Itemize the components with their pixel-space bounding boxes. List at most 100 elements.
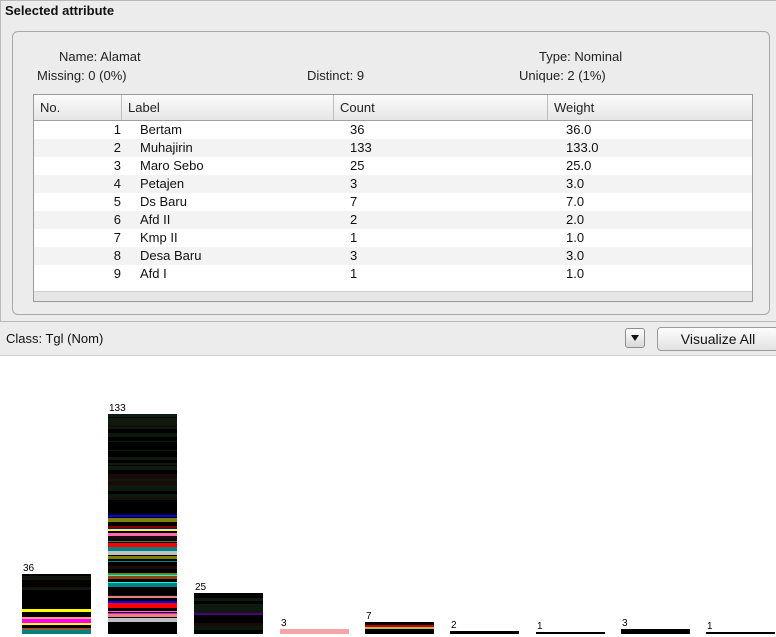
- bar-segment: [108, 614, 177, 617]
- bar-segment: [194, 611, 263, 613]
- bar-segment: [108, 573, 177, 575]
- table-row[interactable]: 3 Maro Sebo 25 25.0: [34, 157, 752, 175]
- table-row[interactable]: 4 Petajen 3 3.0: [34, 175, 752, 193]
- bar-segment: [108, 627, 177, 630]
- bar-segment: [194, 598, 263, 601]
- bar-segment: [280, 629, 349, 634]
- bar-segment: [108, 536, 177, 540]
- bar-segment: [22, 589, 91, 590]
- bar-segment: [108, 622, 177, 625]
- class-select[interactable]: Class: Tgl (Nom): [2, 327, 652, 351]
- bar-segment: [194, 601, 263, 602]
- bar-segment: [108, 465, 177, 466]
- bar-value-label: 36: [23, 563, 35, 574]
- bar-segment: [108, 545, 177, 547]
- bar-segment: [108, 617, 177, 618]
- bar-segment: [108, 481, 177, 485]
- bar-segment: [22, 590, 91, 593]
- bar-segment: [108, 419, 177, 422]
- header-no[interactable]: No.: [34, 95, 122, 120]
- cell-count: 36: [350, 122, 365, 137]
- attribute-distinct: Distinct: 9: [307, 68, 365, 83]
- cell-weight: 3.0: [566, 176, 585, 191]
- cell-count: 3: [350, 248, 358, 263]
- bar-segment: [108, 422, 177, 423]
- bar-ds-baru: [365, 622, 434, 634]
- attribute-unique: Unique: 2 (1%): [519, 68, 606, 83]
- bar-segment: [22, 604, 91, 605]
- table-header: No. Label Count Weight: [34, 95, 752, 121]
- bar-segment: [108, 470, 177, 474]
- bar-segment: [108, 418, 177, 419]
- attribute-name: Name: Alamat: [59, 49, 141, 64]
- bar-segment: [108, 613, 177, 614]
- bar-value-label: 2: [451, 620, 457, 631]
- label-table[interactable]: No. Label Count Weight 1 Bertam 36 36.0 2 Muh…: [33, 94, 753, 302]
- table-row[interactable]: 2 Muhajirin 133 133.0: [34, 139, 752, 157]
- bar-segment: [108, 417, 177, 418]
- cell-label: Muhajirin: [140, 140, 193, 155]
- bar-segment: [194, 613, 263, 615]
- bar-segment: [108, 475, 177, 477]
- bar-kmp-ii: [536, 632, 605, 634]
- bar-segment: [194, 619, 263, 623]
- cell-weight: 1.0: [566, 230, 585, 245]
- cell-no: 5: [113, 194, 121, 209]
- bar-segment: [22, 584, 91, 587]
- bar-segment: [108, 457, 177, 460]
- bar-segment: [194, 602, 263, 603]
- bar-segment: [22, 577, 91, 578]
- bar-segment: [22, 583, 91, 584]
- bar-segment: [194, 596, 263, 597]
- cell-count: 25: [350, 158, 365, 173]
- bar-value-label: 25: [195, 582, 207, 593]
- header-count[interactable]: Count: [334, 95, 548, 120]
- cell-label: Ds Baru: [140, 194, 187, 209]
- bar-segment: [108, 500, 177, 501]
- cell-count: 2: [350, 212, 358, 227]
- cell-weight: 2.0: [566, 212, 585, 227]
- class-dropdown-button[interactable]: [625, 328, 645, 348]
- bar-segment: [194, 615, 263, 617]
- visualize-all-button[interactable]: Visualize All: [657, 327, 776, 351]
- bar-segment: [108, 601, 177, 603]
- bar-segment: [22, 617, 91, 619]
- table-row[interactable]: 5 Ds Baru 7 7.0: [34, 193, 752, 211]
- bar-segment: [194, 603, 263, 604]
- table-scrollbar[interactable]: [34, 291, 752, 301]
- bar-segment: [108, 591, 177, 595]
- bar-segment: [108, 511, 177, 515]
- bar-segment: [108, 485, 177, 489]
- bar-segment: [22, 609, 91, 612]
- bar-segment: [108, 562, 177, 566]
- cell-weight: 133.0: [566, 140, 599, 155]
- bar-segment: [108, 587, 177, 591]
- table-row[interactable]: 6 Afd II 2 2.0: [34, 211, 752, 229]
- bar-segment: [22, 612, 91, 615]
- header-label[interactable]: Label: [122, 95, 334, 120]
- bar-segment: [108, 608, 177, 611]
- bar-value-label: 3: [281, 618, 287, 629]
- bar-segment: [108, 433, 177, 434]
- table-row[interactable]: 8 Desa Baru 3 3.0: [34, 247, 752, 265]
- bar-muhajirin: [108, 414, 177, 634]
- bar-segment: [108, 434, 177, 437]
- table-row[interactable]: 9 Afd I 1 1.0: [34, 265, 752, 283]
- table-row[interactable]: 7 Kmp II 1 1.0: [34, 229, 752, 247]
- bar-segment: [108, 540, 177, 541]
- bar-segment: [108, 505, 177, 508]
- bar-segment: [108, 466, 177, 468]
- bar-segment: [194, 597, 263, 598]
- bar-segment: [22, 576, 91, 577]
- bar-segment: [108, 605, 177, 608]
- bar-segment: [108, 612, 177, 613]
- bar-segment: [108, 522, 177, 526]
- bar-segment: [706, 632, 775, 634]
- bar-segment: [108, 455, 177, 456]
- bar-segment: [108, 529, 177, 531]
- table-row[interactable]: 1 Bertam 36 36.0: [34, 121, 752, 139]
- bar-segment: [22, 574, 91, 576]
- header-weight[interactable]: Weight: [548, 95, 752, 120]
- cell-count: 7: [350, 194, 358, 209]
- bar-segment: [108, 518, 177, 522]
